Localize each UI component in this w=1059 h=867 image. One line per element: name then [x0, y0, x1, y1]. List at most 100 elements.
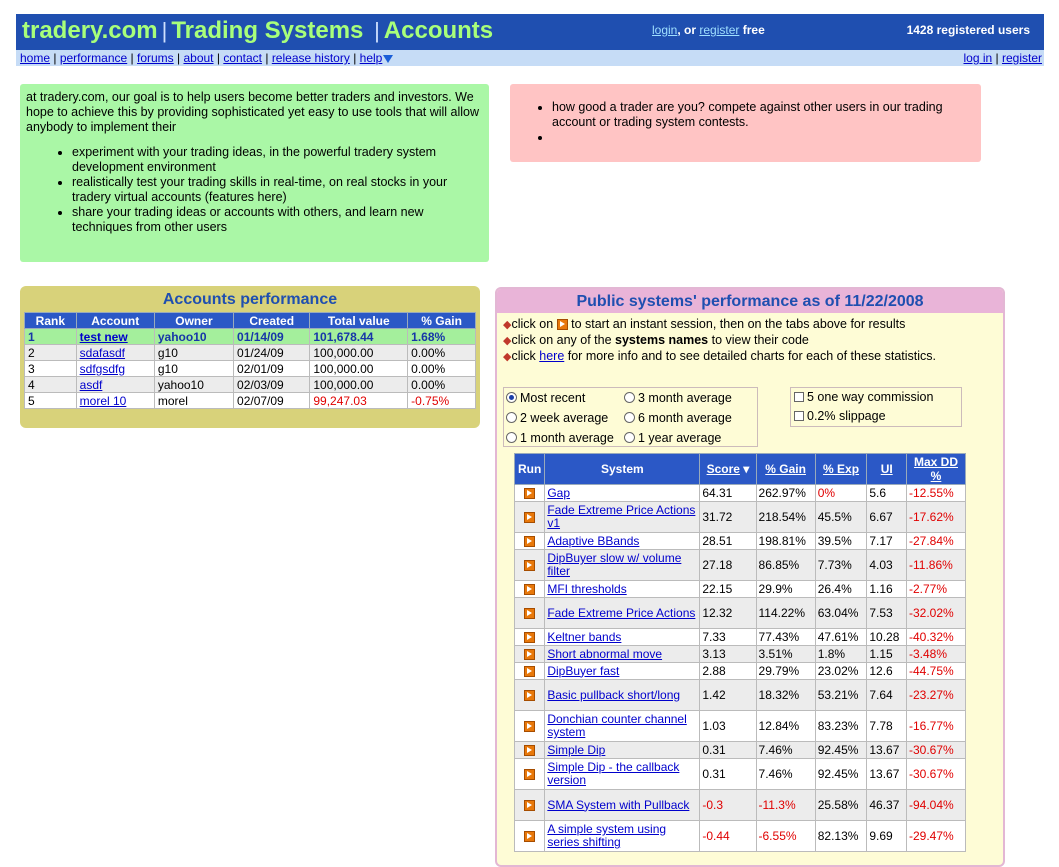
header-register-link[interactable]: register: [699, 23, 739, 37]
run-system-icon[interactable]: [524, 632, 536, 644]
col-exp[interactable]: % Exp: [814, 453, 868, 485]
table-row: SMA System with Pullback -0.3 -11.3% 25.58%…: [513, 789, 966, 821]
radio-2-week[interactable]: [506, 412, 517, 423]
sort-exp-link[interactable]: % Exp: [823, 462, 859, 476]
system-name-link[interactable]: DipBuyer fast: [547, 664, 619, 678]
sort-max-dd-link[interactable]: Max DD %: [914, 455, 958, 483]
nav-release-history[interactable]: release history: [272, 51, 350, 65]
nav-performance[interactable]: performance: [60, 51, 127, 65]
account-link[interactable]: test new: [80, 330, 128, 344]
run-system-icon[interactable]: [524, 649, 536, 661]
radio-1-month[interactable]: [506, 432, 517, 443]
nav-help[interactable]: help: [360, 51, 383, 65]
option-6-month[interactable]: 6 month average: [624, 408, 732, 428]
nav-contact[interactable]: contact: [223, 51, 262, 65]
table-row: 3 sdfgsdfg g10 02/01/09 100,000.00 0.00%: [24, 360, 476, 377]
option-1-month[interactable]: 1 month average: [506, 428, 624, 448]
table-row: Adaptive BBands 28.51 198.81% 39.5% 7.17 -27.…: [513, 532, 966, 550]
created-cell: 01/14/09: [233, 328, 311, 345]
option-most-recent[interactable]: Most recent: [506, 388, 624, 408]
account-link[interactable]: sdfgsdfg: [80, 362, 125, 376]
nav-about[interactable]: about: [183, 51, 213, 65]
nav-forums[interactable]: forums: [137, 51, 174, 65]
option-label: Most recent: [520, 391, 586, 405]
gain-cell: 7.46%: [755, 758, 816, 790]
run-system-icon[interactable]: [524, 560, 536, 572]
checkbox-commission[interactable]: [794, 392, 804, 402]
run-system-icon[interactable]: [524, 721, 536, 733]
system-name-link[interactable]: Gap: [547, 486, 570, 500]
nav-home[interactable]: home: [20, 51, 50, 65]
run-system-icon[interactable]: [524, 608, 536, 620]
nav-login-link[interactable]: log in: [964, 51, 993, 65]
exp-cell: 92.45%: [814, 758, 868, 790]
option-commission[interactable]: 5 one way commission: [794, 388, 958, 407]
col-score[interactable]: Score ▾: [699, 453, 757, 485]
account-link[interactable]: morel 10: [80, 394, 127, 408]
run-system-icon[interactable]: [524, 488, 536, 500]
sort-ui-link[interactable]: UI: [881, 462, 893, 476]
col-max-dd[interactable]: Max DD %: [906, 453, 966, 485]
total-value-cell: 100,000.00: [309, 376, 409, 393]
run-system-icon[interactable]: [524, 769, 536, 781]
ui-cell: 7.17: [866, 532, 907, 550]
checkbox-slippage[interactable]: [794, 411, 804, 421]
help-dropdown-icon[interactable]: [383, 54, 394, 63]
gain-cell: 0.00%: [407, 376, 476, 393]
option-1-year[interactable]: 1 year average: [624, 428, 721, 448]
system-name-link[interactable]: Keltner bands: [547, 630, 621, 644]
system-name-link[interactable]: Basic pullback short/long: [547, 688, 680, 702]
option-slippage[interactable]: 0.2% slippage: [794, 407, 958, 426]
system-name-link[interactable]: Short abnormal move: [547, 647, 662, 661]
account-link[interactable]: sdafasdf: [80, 346, 125, 360]
header-login-link[interactable]: login: [652, 23, 677, 37]
system-name-link[interactable]: DipBuyer slow w/ volume filter: [547, 551, 681, 578]
system-name-link[interactable]: Donchian counter channel system: [547, 712, 686, 739]
rank-cell: 5: [24, 392, 77, 409]
help-here-link[interactable]: here: [539, 349, 564, 363]
run-system-icon[interactable]: [524, 690, 536, 702]
system-name-link[interactable]: Fade Extreme Price Actions v1: [547, 503, 695, 530]
option-2-week[interactable]: 2 week average: [506, 408, 624, 428]
run-system-icon[interactable]: [524, 831, 536, 843]
site-name[interactable]: tradery.com: [22, 17, 158, 44]
sort-score-link[interactable]: Score: [707, 462, 740, 476]
system-name-link[interactable]: Simple Dip: [547, 743, 605, 757]
run-system-icon[interactable]: [524, 745, 536, 757]
system-name-link[interactable]: MFI thresholds: [547, 582, 626, 596]
radio-1-year[interactable]: [624, 432, 635, 443]
system-name-link[interactable]: Simple Dip - the callback version: [547, 760, 679, 787]
system-name-link[interactable]: A simple system using series shifting: [547, 822, 666, 849]
option-label: 6 month average: [638, 411, 732, 425]
radio-most-recent[interactable]: [506, 392, 517, 403]
system-name-link[interactable]: Fade Extreme Price Actions: [547, 606, 695, 620]
section-accounts[interactable]: Accounts: [384, 17, 493, 44]
radio-6-month[interactable]: [624, 412, 635, 423]
col-ui[interactable]: UI: [866, 453, 907, 485]
intro-box: at tradery.com, our goal is to help user…: [20, 84, 489, 262]
sort-gain-link[interactable]: % Gain: [765, 462, 806, 476]
systems-table: Run System Score ▾ % Gain % Exp UI Max D…: [513, 453, 966, 852]
run-cell: [513, 741, 546, 759]
run-system-icon[interactable]: [524, 800, 536, 812]
run-system-icon[interactable]: [524, 536, 536, 548]
public-systems-panel: Public systems' performance as of 11/22/…: [495, 287, 1005, 867]
system-name-link[interactable]: SMA System with Pullback: [547, 798, 689, 812]
exp-cell: 1.8%: [814, 645, 868, 663]
run-system-icon[interactable]: [524, 584, 536, 596]
gain-cell: 1.68%: [407, 328, 476, 345]
radio-3-month[interactable]: [624, 392, 635, 403]
nav-register-link[interactable]: register: [1002, 51, 1042, 65]
system-name-link[interactable]: Adaptive BBands: [547, 534, 639, 548]
run-system-icon[interactable]: [524, 512, 536, 524]
section-trading-systems[interactable]: Trading Systems: [171, 17, 363, 44]
run-system-icon[interactable]: [524, 666, 536, 678]
option-3-month[interactable]: 3 month average: [624, 388, 732, 408]
account-cell: sdafasdf: [75, 344, 155, 361]
account-link[interactable]: asdf: [80, 378, 103, 392]
ui-cell: 6.67: [866, 501, 907, 533]
col-gain[interactable]: % Gain: [755, 453, 816, 485]
score-cell: 31.72: [699, 501, 757, 533]
score-cell: 22.15: [699, 580, 757, 598]
table-row: A simple system using series shifting -0.…: [513, 820, 966, 852]
